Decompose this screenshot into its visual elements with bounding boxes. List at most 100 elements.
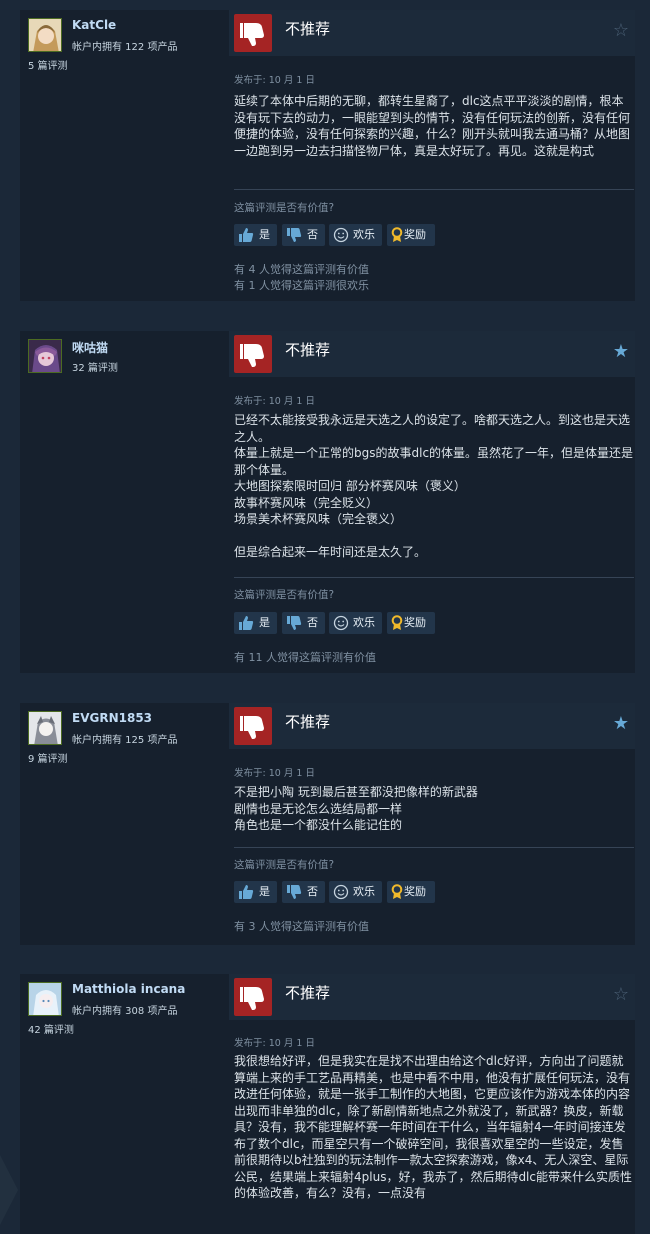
vote-header[interactable]: 不推荐 ★	[229, 331, 635, 377]
review-paragraph: 但是综合起来一年时间还是太久了。	[234, 545, 427, 559]
review-body: 已经不太能接受我永远是天选之人的设定了。啥都天选之人。到这也是天选之人。 体量上…	[234, 412, 634, 561]
helpful-count: 有 11 人觉得这篇评测有价值	[234, 651, 376, 664]
star-icon[interactable]: ★	[613, 715, 629, 733]
thumbs-down-icon	[234, 14, 272, 52]
review-paragraph: 角色也是一个都没什么能记住的	[234, 818, 403, 832]
vote-no-label: 否	[307, 228, 318, 241]
vote-no-button[interactable]: 否	[282, 612, 325, 634]
thumbs-up-icon	[239, 616, 254, 630]
award-button[interactable]: 奖励	[387, 612, 435, 634]
review-paragraph: 故事杯赛风味（完全贬义）	[234, 495, 379, 510]
review-body: 延续了本体中后期的无聊，都转生星裔了，dlc这点平平淡淡的剧情，根本没有玩下去的…	[234, 93, 634, 159]
vote-yes-button[interactable]: 是	[234, 881, 277, 903]
vote-funny-button[interactable]: 欢乐	[329, 881, 382, 903]
recommendation-title: 不推荐	[285, 20, 331, 38]
award-icon	[391, 884, 403, 899]
author-games-owned[interactable]: 帐户内拥有 125 项产品	[72, 731, 177, 746]
author-name[interactable]: EVGRN1853	[72, 711, 152, 725]
review-card: KatCle 帐户内拥有 122 项产品 5 篇评测 不推荐 ☆ 发布于: 10…	[20, 10, 635, 301]
recommendation-title: 不推荐	[285, 341, 331, 359]
author-review-count[interactable]: 32 篇评测	[72, 359, 118, 374]
award-label: 奖励	[404, 885, 426, 898]
star-icon[interactable]: ★	[613, 343, 629, 361]
author-games-owned[interactable]: 帐户内拥有 308 项产品	[72, 1002, 177, 1017]
thumbs-down-icon	[287, 228, 302, 242]
divider	[234, 847, 634, 848]
posted-date: 发布于: 10 月 1 日	[234, 396, 315, 407]
scroll-left-arrow-icon[interactable]	[0, 1155, 20, 1225]
posted-date: 发布于: 10 月 1 日	[234, 768, 315, 779]
review-paragraph	[234, 528, 634, 545]
author-name[interactable]: KatCle	[72, 18, 116, 32]
vote-yes-label: 是	[259, 616, 270, 629]
vote-yes-label: 是	[259, 228, 270, 241]
author-review-count[interactable]: 5 篇评测	[28, 57, 68, 72]
smiley-icon	[333, 615, 349, 631]
thumbs-up-icon	[239, 228, 254, 242]
review-paragraph: 大地图探索限时回归 部分杯赛风味（褒义）	[234, 479, 466, 493]
review-paragraph: 剧情也是无论怎么选结局都一样	[234, 801, 403, 816]
award-button[interactable]: 奖励	[387, 881, 435, 903]
author-games-owned[interactable]: 帐户内拥有 122 项产品	[72, 38, 177, 53]
vote-no-label: 否	[307, 885, 318, 898]
author-avatar[interactable]	[28, 339, 62, 373]
vote-funny-label: 欢乐	[353, 228, 375, 241]
award-label: 奖励	[404, 228, 426, 241]
vote-header[interactable]: 不推荐 ☆	[229, 974, 635, 1020]
award-icon	[391, 227, 403, 242]
author-review-count[interactable]: 42 篇评测	[28, 1021, 74, 1036]
recommendation-title: 不推荐	[285, 713, 331, 731]
author-avatar[interactable]	[28, 18, 62, 52]
review-body: 我很想给好评，但是我实在是找不出理由给这个dlc好评，方向出了问题就算端上来的手…	[234, 1053, 634, 1202]
star-icon[interactable]: ☆	[613, 986, 629, 1004]
vote-funny-button[interactable]: 欢乐	[329, 612, 382, 634]
helpful-question: 这篇评测是否有价值?	[234, 202, 335, 214]
posted-date: 发布于: 10 月 1 日	[234, 75, 315, 86]
author-avatar[interactable]	[28, 711, 62, 745]
vote-yes-button[interactable]: 是	[234, 612, 277, 634]
vote-funny-label: 欢乐	[353, 616, 375, 629]
divider	[234, 577, 634, 578]
review-paragraph: 我很想给好评，但是我实在是找不出理由给这个dlc好评，方向出了问题就算端上来的手…	[234, 1054, 632, 1200]
review-paragraph: 不是把小陶 玩到最后甚至都没把像样的新武器	[234, 785, 478, 799]
helpful-question: 这篇评测是否有价值?	[234, 859, 335, 871]
award-label: 奖励	[404, 616, 426, 629]
recommendation-title: 不推荐	[285, 984, 331, 1002]
award-icon	[391, 615, 403, 630]
vote-funny-label: 欢乐	[353, 885, 375, 898]
thumbs-down-icon	[234, 978, 272, 1016]
review-body: 不是把小陶 玩到最后甚至都没把像样的新武器 剧情也是无论怎么选结局都一样 角色也…	[234, 784, 634, 834]
author-review-count[interactable]: 9 篇评测	[28, 750, 68, 765]
helpful-count: 有 3 人觉得这篇评测有价值	[234, 920, 369, 933]
smiley-icon	[333, 227, 349, 243]
vote-no-button[interactable]: 否	[282, 881, 325, 903]
thumbs-down-icon	[234, 335, 272, 373]
review-card: Matthiola incana 帐户内拥有 308 项产品 42 篇评测 不推…	[20, 974, 635, 1234]
vote-header[interactable]: 不推荐 ★	[229, 703, 635, 749]
author-avatar[interactable]	[28, 982, 62, 1016]
author-name[interactable]: Matthiola incana	[72, 982, 185, 996]
helpful-count: 有 4 人觉得这篇评测有价值	[234, 263, 369, 276]
vote-no-label: 否	[307, 616, 318, 629]
review-card: 咪咕猫 32 篇评测 不推荐 ★ 发布于: 10 月 1 日 已经不太能接受我永…	[20, 331, 635, 673]
smiley-icon	[333, 884, 349, 900]
review-paragraph: 体量上就是一个正常的bgs的故事dlc的体量。虽然花了一年，但是体量还是那个体量…	[234, 446, 634, 477]
review-card: EVGRN1853 帐户内拥有 125 项产品 9 篇评测 不推荐 ★ 发布于:…	[20, 703, 635, 945]
award-button[interactable]: 奖励	[387, 224, 435, 246]
thumbs-down-icon	[234, 707, 272, 745]
author-name[interactable]: 咪咕猫	[72, 339, 108, 356]
thumbs-down-icon	[287, 616, 302, 630]
posted-date: 发布于: 10 月 1 日	[234, 1038, 315, 1049]
review-paragraph: 延续了本体中后期的无聊，都转生星裔了，dlc这点平平淡淡的剧情，根本没有玩下去的…	[234, 94, 631, 158]
review-paragraph: 已经不太能接受我永远是天选之人的设定了。啥都天选之人。到这也是天选之人。	[234, 413, 631, 444]
thumbs-down-icon	[287, 885, 302, 899]
vote-yes-button[interactable]: 是	[234, 224, 277, 246]
review-paragraph: 场景美术杯赛风味（完全褒义）	[234, 512, 403, 526]
vote-no-button[interactable]: 否	[282, 224, 325, 246]
vote-yes-label: 是	[259, 885, 270, 898]
vote-header[interactable]: 不推荐 ☆	[229, 10, 635, 56]
vote-funny-button[interactable]: 欢乐	[329, 224, 382, 246]
divider	[234, 189, 634, 190]
star-icon[interactable]: ☆	[613, 22, 629, 40]
helpful-question: 这篇评测是否有价值?	[234, 589, 335, 601]
